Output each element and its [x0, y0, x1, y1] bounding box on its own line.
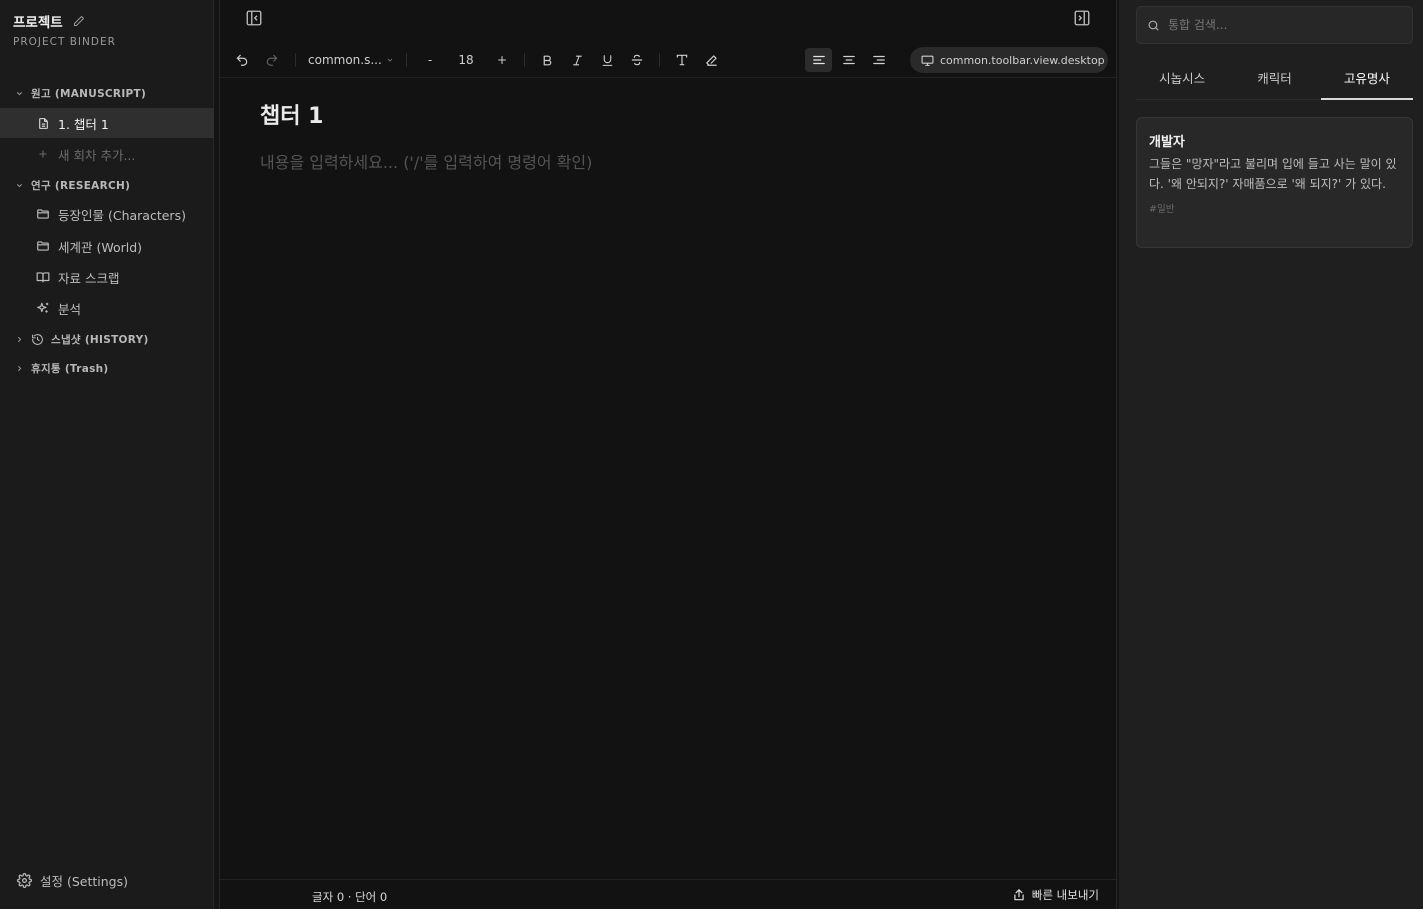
folder-icon — [35, 238, 51, 254]
strikethrough-icon[interactable] — [626, 48, 648, 72]
gear-icon — [17, 873, 32, 888]
manuscript-header-label: 원고 (MANUSCRIPT) — [31, 87, 147, 100]
settings-button[interactable]: 설정 (Settings) — [17, 871, 128, 890]
history-header-label: 스냅샷 (HISTORY) — [51, 333, 149, 346]
font-size-decrease-button[interactable]: - — [420, 48, 440, 72]
italic-icon[interactable] — [566, 48, 588, 72]
collapse-left-sidebar-icon[interactable] — [244, 8, 264, 28]
research-section-header[interactable]: 연구 (RESEARCH) — [0, 175, 214, 195]
sparkles-icon — [35, 300, 51, 316]
sidebar-item-analysis[interactable]: 분석 — [0, 293, 214, 323]
trash-header-label: 휴지통 (Trash) — [31, 362, 109, 375]
analysis-label: 분석 — [58, 301, 82, 317]
align-right-icon[interactable] — [866, 48, 892, 72]
tab-proper-nouns[interactable]: 고유명사 — [1320, 56, 1414, 100]
chevron-down-icon — [13, 179, 25, 191]
font-size-increase-button[interactable]: + — [492, 48, 512, 72]
align-center-icon[interactable] — [836, 48, 862, 72]
add-chapter-label: 새 회차 추가... — [58, 147, 136, 163]
history-section-header[interactable]: 스냅샷 (HISTORY) — [0, 329, 214, 349]
book-icon — [35, 269, 51, 285]
history-clock-icon — [31, 333, 44, 346]
bold-icon[interactable] — [536, 48, 558, 72]
project-binder-sidebar: 프로젝트 PROJECT BINDER 원고 (MANUSCRIPT) 1. 챕… — [0, 0, 214, 909]
underline-icon[interactable] — [596, 48, 618, 72]
document-title[interactable]: 챕터 1 — [260, 98, 323, 130]
document-icon — [35, 115, 51, 131]
term-card-title: 개발자 — [1149, 135, 1185, 150]
chevron-right-icon — [13, 333, 25, 345]
undo-icon[interactable] — [232, 48, 252, 72]
editor-footer: 글자 0 · 단어 0 빠른 내보내기 — [220, 879, 1116, 909]
align-left-icon[interactable] — [805, 48, 832, 72]
view-mode-label: common.toolbar.view.desktop — [940, 53, 1105, 67]
quick-export-label: 빠른 내보내기 — [1031, 888, 1099, 902]
world-label: 세계관 (World) — [58, 239, 143, 255]
chapter-label: 1. 챕터 1 — [58, 116, 109, 132]
characters-label: 등장인물 (Characters) — [58, 207, 186, 223]
tab-characters[interactable]: 캐릭터 — [1228, 56, 1320, 99]
global-search — [1136, 6, 1413, 44]
search-input[interactable] — [1168, 18, 1398, 32]
panel-tabs: 시놉시스 캐릭터 고유명사 — [1136, 56, 1414, 100]
edit-pencil-icon[interactable] — [73, 12, 85, 31]
sidebar-item-chapter-1[interactable]: 1. 챕터 1 — [0, 108, 214, 138]
manuscript-section-header[interactable]: 원고 (MANUSCRIPT) — [0, 83, 214, 103]
monitor-icon — [921, 54, 934, 67]
plus-icon — [35, 146, 51, 162]
settings-label: 설정 (Settings) — [40, 874, 128, 889]
folder-icon — [35, 206, 51, 222]
search-icon — [1147, 19, 1160, 32]
quick-export-button[interactable]: 빠른 내보내기 — [1012, 887, 1099, 903]
project-subtitle: PROJECT BINDER — [13, 36, 116, 48]
chevron-down-icon — [13, 87, 25, 99]
scrap-label: 자료 스크랩 — [58, 270, 120, 286]
font-select[interactable]: common.s... — [308, 48, 396, 72]
clear-format-eraser-icon[interactable] — [701, 48, 723, 72]
editor-pane: common.s... - 18 + common.toolbar.view.d… — [219, 0, 1117, 909]
sidebar-item-characters[interactable]: 등장인물 (Characters) — [0, 199, 214, 229]
research-header-label: 연구 (RESEARCH) — [31, 179, 131, 192]
reference-panel: 시놉시스 캐릭터 고유명사 개발자 그들은 "망자"라고 불리며 입에 들고 사… — [1119, 0, 1423, 909]
share-upload-icon — [1012, 888, 1026, 902]
trash-section-header[interactable]: 휴지통 (Trash) — [0, 358, 214, 378]
add-chapter-button[interactable]: 새 회차 추가... — [0, 139, 214, 169]
word-count: 글자 0 · 단어 0 — [312, 890, 388, 904]
formatting-toolbar: common.s... - 18 + common.toolbar.view.d… — [220, 42, 1116, 78]
tab-synopsis[interactable]: 시놉시스 — [1136, 56, 1228, 99]
redo-icon[interactable] — [262, 48, 282, 72]
term-card[interactable]: 개발자 그들은 "망자"라고 불리며 입에 들고 사는 말이 있다. '왜 안되… — [1136, 117, 1413, 248]
font-select-value: common.s... — [308, 53, 382, 67]
view-mode-toggle[interactable]: common.toolbar.view.desktop — [910, 47, 1108, 73]
text-type-icon[interactable] — [671, 48, 693, 72]
chevron-down-icon — [386, 56, 394, 64]
collapse-right-panel-icon[interactable] — [1072, 8, 1092, 28]
term-card-tag: #일반 — [1149, 204, 1175, 215]
sidebar-item-world[interactable]: 세계관 (World) — [0, 231, 214, 261]
term-card-description: 그들은 "망자"라고 불리며 입에 들고 사는 말이 있다. '왜 안되지?' … — [1149, 157, 1397, 191]
sidebar-item-scrap[interactable]: 자료 스크랩 — [0, 262, 214, 292]
font-size-value[interactable]: 18 — [453, 48, 479, 72]
chevron-right-icon — [13, 362, 25, 374]
document-body-placeholder[interactable]: 내용을 입력하세요... ('/'를 입력하여 명령어 확인) — [260, 149, 592, 173]
project-header: 프로젝트 — [13, 11, 85, 31]
project-title: 프로젝트 — [13, 15, 63, 31]
app-window: 프로젝트 PROJECT BINDER 원고 (MANUSCRIPT) 1. 챕… — [0, 0, 1423, 909]
